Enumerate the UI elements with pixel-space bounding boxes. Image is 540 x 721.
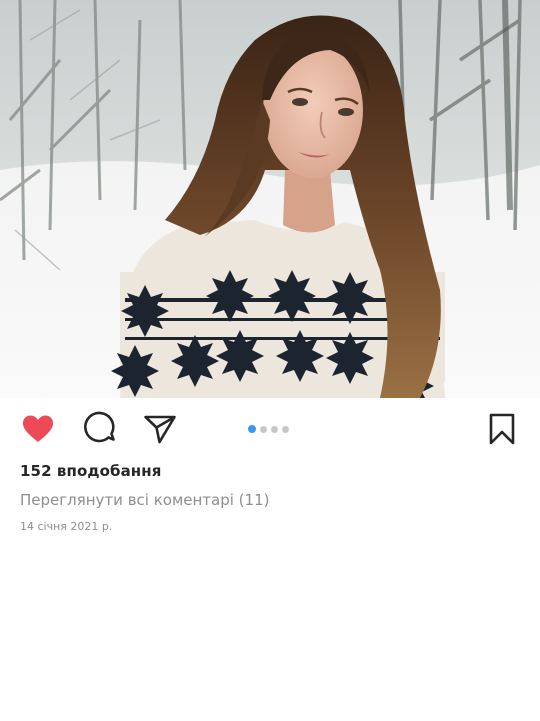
carousel-dot — [271, 425, 278, 433]
post-photo[interactable] — [0, 0, 540, 398]
likes-count[interactable]: 152 вподобання — [20, 462, 161, 480]
carousel-indicator — [248, 425, 289, 433]
view-all-comments-link[interactable]: Переглянути всі коментарі (11) — [20, 491, 269, 509]
heart-icon[interactable] — [20, 411, 56, 447]
carousel-dot — [260, 425, 267, 433]
carousel-dot — [282, 425, 289, 433]
send-icon[interactable] — [142, 411, 178, 447]
post-date: 14 січня 2021 р. — [20, 520, 113, 533]
bookmark-icon[interactable] — [484, 411, 520, 447]
comment-icon[interactable] — [82, 411, 118, 447]
carousel-dot-active — [248, 425, 256, 433]
